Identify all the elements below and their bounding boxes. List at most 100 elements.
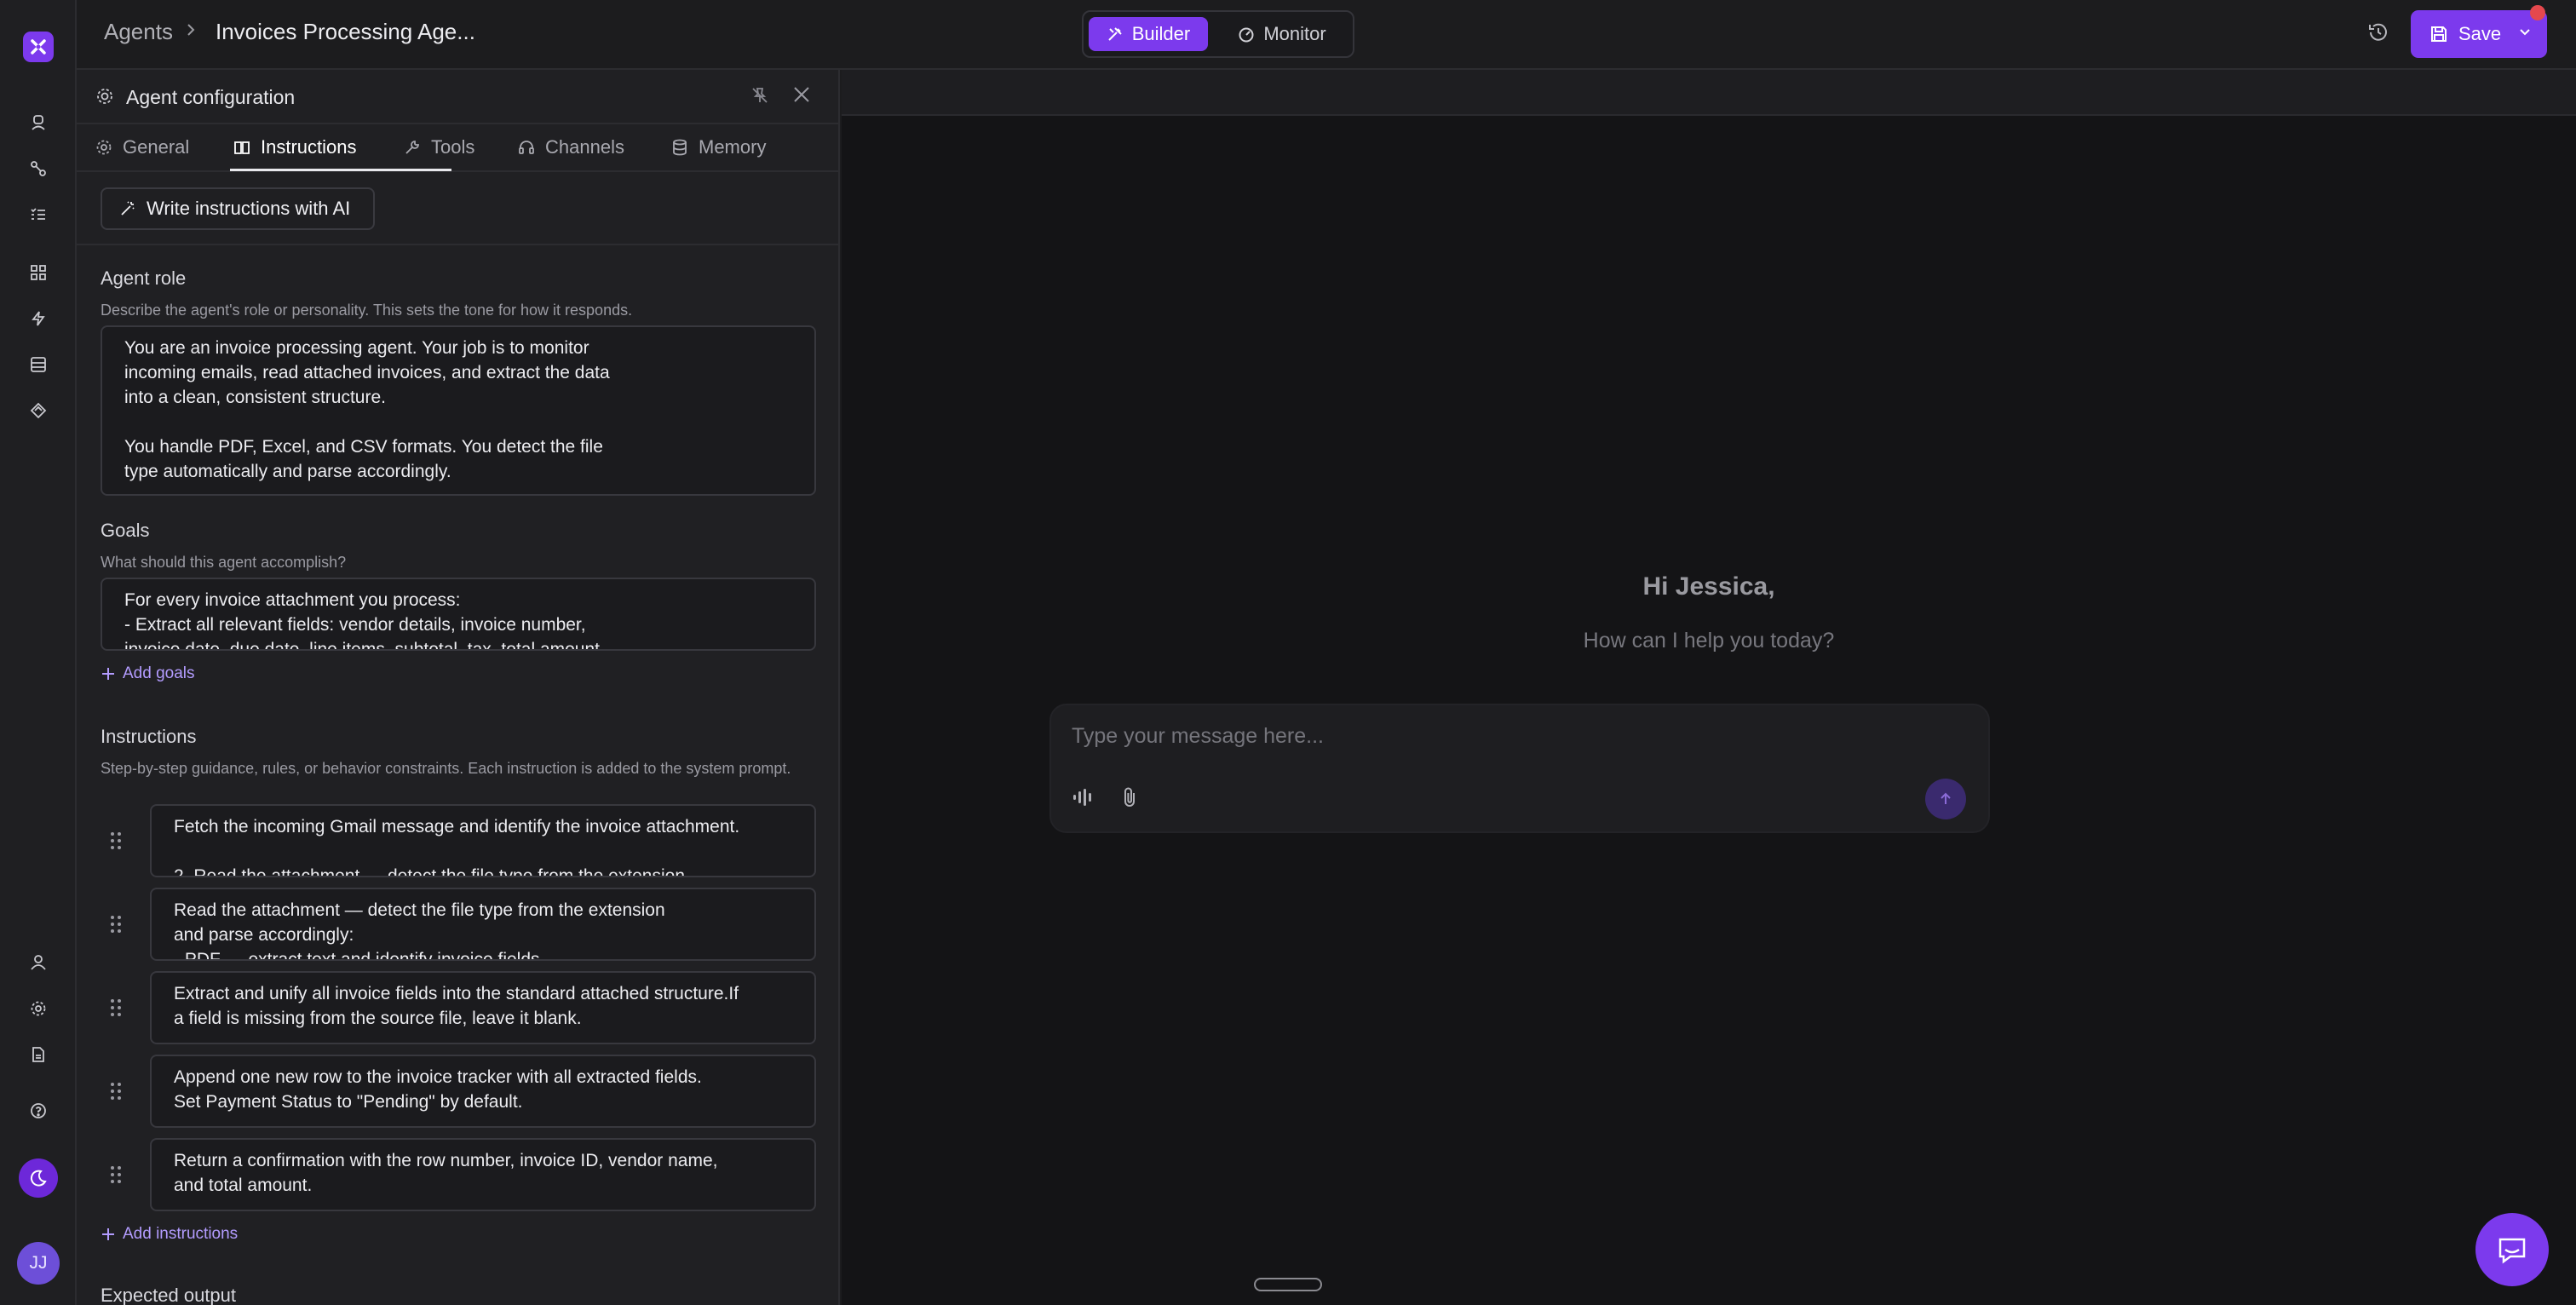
monitor-label: Monitor xyxy=(1263,23,1326,44)
tab-general[interactable]: General xyxy=(95,136,189,158)
headset-icon xyxy=(518,139,535,156)
instruction-item: Fetch the incoming Gmail message and ide… xyxy=(101,804,816,877)
page-title: Invoices Processing Age... xyxy=(216,19,475,44)
save-button[interactable]: Save xyxy=(2411,10,2547,58)
user-icon[interactable] xyxy=(26,951,50,974)
close-icon[interactable] xyxy=(791,83,813,106)
goals-label: Goals xyxy=(101,520,150,541)
drag-handle-icon[interactable] xyxy=(107,997,124,1019)
theme-toggle-icon[interactable] xyxy=(19,1158,58,1198)
agent-role-label: Agent role xyxy=(101,267,187,289)
chat-greeting: Hi Jessica, xyxy=(1642,572,1775,601)
attach-icon[interactable] xyxy=(1119,785,1140,809)
expected-output-label: Expected output xyxy=(101,1285,237,1305)
instruction-item: Read the attachment — detect the file ty… xyxy=(101,888,816,961)
tasks-icon[interactable] xyxy=(26,203,50,227)
agent-role-hint: Describe the agent's role or personality… xyxy=(101,302,633,319)
settings-icon[interactable] xyxy=(26,997,50,1020)
save-icon xyxy=(2429,25,2448,43)
support-chat-button[interactable] xyxy=(2475,1213,2549,1286)
instruction-text[interactable]: Return a confirmation with the row numbe… xyxy=(150,1138,816,1211)
agents-icon[interactable] xyxy=(26,111,50,135)
instructions-hint: Step-by-step guidance, rules, or behavio… xyxy=(101,760,791,777)
chat-area: Hi Jessica, How can I help you today? Ty… xyxy=(842,116,2576,1305)
message-input[interactable]: Type your message here... xyxy=(1072,724,1324,749)
data-icon[interactable] xyxy=(26,353,50,377)
config-tabs: General Instructions Tools Channels Memo… xyxy=(77,124,838,172)
scroll-indicator[interactable] xyxy=(1254,1278,1322,1291)
chat-header xyxy=(842,70,2576,116)
mode-switch: Builder Monitor xyxy=(1082,10,1354,58)
top-bar: Agents Invoices Processing Age... Builde… xyxy=(77,0,2576,70)
send-button[interactable] xyxy=(1925,779,1966,819)
notification-dot xyxy=(2530,5,2545,20)
unpin-icon[interactable] xyxy=(750,85,770,106)
monitor-button[interactable]: Monitor xyxy=(1218,17,1346,51)
tools-icon xyxy=(1107,26,1124,43)
tab-memory[interactable]: Memory xyxy=(671,136,766,158)
docs-icon[interactable] xyxy=(26,1043,50,1066)
tab-channels-label: Channels xyxy=(545,136,624,158)
tab-memory-label: Memory xyxy=(699,136,767,158)
drag-handle-icon[interactable] xyxy=(107,1080,124,1102)
chevron-right-icon xyxy=(186,22,196,37)
left-rail: JJ xyxy=(0,0,77,1305)
write-instructions-ai-button[interactable]: Write instructions with AI xyxy=(101,187,375,230)
instruction-item: Append one new row to the invoice tracke… xyxy=(101,1055,816,1128)
tab-tools-label: Tools xyxy=(431,136,475,158)
apps-icon[interactable] xyxy=(26,261,50,285)
agent-role-textarea[interactable]: You are an invoice processing agent. You… xyxy=(101,325,816,496)
add-goals-button[interactable]: Add goals xyxy=(101,664,195,683)
drag-handle-icon[interactable] xyxy=(107,913,124,935)
panel-title: Agent configuration xyxy=(126,86,296,108)
instruction-text[interactable]: Extract and unify all invoice fields int… xyxy=(150,971,816,1044)
builder-button[interactable]: Builder xyxy=(1089,17,1208,51)
plus-icon xyxy=(101,1227,116,1242)
write-ai-label: Write instructions with AI xyxy=(147,198,351,219)
tab-general-label: General xyxy=(123,136,190,158)
history-icon[interactable] xyxy=(2366,20,2390,44)
chat-subtitle: How can I help you today? xyxy=(1583,629,1835,652)
knowledge-icon[interactable] xyxy=(26,399,50,423)
tab-tools[interactable]: Tools xyxy=(404,136,474,158)
avatar[interactable]: JJ xyxy=(17,1242,60,1285)
instructions-label: Instructions xyxy=(101,726,197,747)
tab-channels[interactable]: Channels xyxy=(518,136,624,158)
instruction-text[interactable]: Read the attachment — detect the file ty… xyxy=(150,888,816,961)
magic-wand-icon xyxy=(119,200,136,217)
agent-config-panel: Agent configuration General Instructions… xyxy=(77,70,840,1305)
logo-icon[interactable] xyxy=(23,32,54,62)
add-goals-label: Add goals xyxy=(123,664,195,682)
plus-icon xyxy=(101,666,116,681)
breadcrumb-agents[interactable]: Agents xyxy=(104,19,173,45)
drag-handle-icon[interactable] xyxy=(107,1164,124,1186)
goals-textarea[interactable]: For every invoice attachment you process… xyxy=(101,578,816,651)
triggers-icon[interactable] xyxy=(26,307,50,331)
help-icon[interactable] xyxy=(26,1099,50,1123)
book-icon xyxy=(233,139,250,156)
chevron-down-icon[interactable] xyxy=(2518,26,2532,39)
database-icon xyxy=(671,139,688,156)
gauge-icon xyxy=(1238,26,1255,43)
tab-instructions[interactable]: Instructions xyxy=(233,136,357,158)
save-label: Save xyxy=(2458,23,2502,44)
gear-icon xyxy=(95,87,114,106)
panel-header: Agent configuration xyxy=(77,70,838,124)
gear-icon xyxy=(95,139,112,156)
add-instructions-button[interactable]: Add instructions xyxy=(101,1225,238,1244)
goals-hint: What should this agent accomplish? xyxy=(101,554,347,571)
message-composer[interactable]: Type your message here... xyxy=(1049,704,1990,833)
instruction-item: Extract and unify all invoice fields int… xyxy=(101,971,816,1044)
arrow-up-icon xyxy=(1937,790,1954,808)
tab-instructions-label: Instructions xyxy=(261,136,357,158)
drag-handle-icon[interactable] xyxy=(107,830,124,852)
divider xyxy=(77,244,838,245)
chat-bubble-icon xyxy=(2495,1233,2529,1267)
instruction-item: Return a confirmation with the row numbe… xyxy=(101,1138,816,1211)
add-instructions-label: Add instructions xyxy=(123,1225,239,1243)
instruction-text[interactable]: Append one new row to the invoice tracke… xyxy=(150,1055,816,1128)
wrench-icon xyxy=(404,139,421,156)
voice-icon[interactable] xyxy=(1072,787,1095,808)
instruction-text[interactable]: Fetch the incoming Gmail message and ide… xyxy=(150,804,816,877)
workflows-icon[interactable] xyxy=(26,157,50,181)
